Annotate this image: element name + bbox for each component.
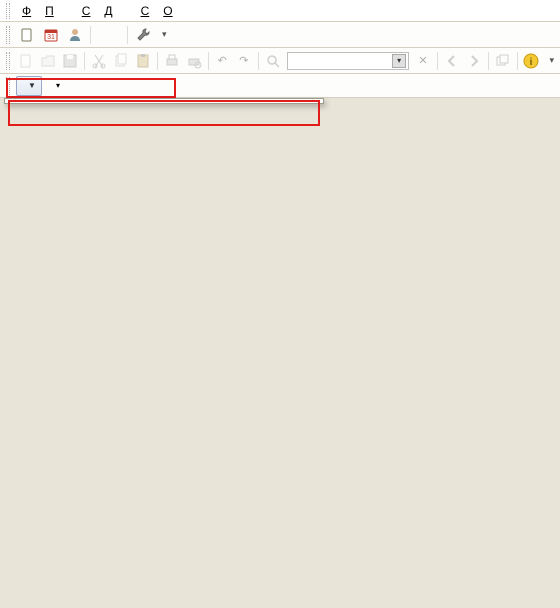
- toolbar-separator: [437, 52, 438, 70]
- user-icon[interactable]: [66, 26, 84, 44]
- menu-documents[interactable]: Д: [98, 2, 118, 20]
- menubar: Ф П С Д С О: [0, 0, 560, 22]
- menu-reports[interactable]: [121, 9, 133, 13]
- interface-dropdown: [4, 98, 324, 104]
- menu-operations[interactable]: [62, 9, 74, 13]
- menu-file[interactable]: Ф: [16, 2, 37, 20]
- grip-icon: [6, 3, 10, 19]
- undo-icon[interactable]: ↶: [214, 52, 230, 70]
- toolbar-separator: [84, 52, 85, 70]
- toolbar-separator: [208, 52, 209, 70]
- menu-help[interactable]: [181, 9, 193, 13]
- clear-search-icon[interactable]: ✕: [415, 52, 431, 70]
- nav-fwd-icon[interactable]: [466, 52, 482, 70]
- chevron-down-icon[interactable]: ▾: [549, 55, 554, 66]
- svg-text:31: 31: [47, 34, 55, 41]
- search-combo[interactable]: ▾: [287, 52, 410, 70]
- print-preview-icon[interactable]: [186, 52, 202, 70]
- grip-icon: [6, 77, 10, 95]
- chevron-down-icon: ▼: [27, 81, 37, 91]
- menu-service[interactable]: С: [135, 2, 156, 20]
- wrench-icon[interactable]: [134, 26, 152, 44]
- svg-text:i: i: [530, 57, 533, 68]
- toolbar-separator: [157, 52, 158, 70]
- windows-icon[interactable]: [495, 52, 511, 70]
- interface-bar: ▼ ▾: [0, 74, 560, 98]
- menu-windows[interactable]: О: [157, 2, 178, 20]
- print-icon[interactable]: [164, 52, 180, 70]
- chevron-down-icon: ▾: [56, 81, 60, 90]
- cut-icon[interactable]: [91, 52, 107, 70]
- toolbar-separator: [258, 52, 259, 70]
- open-icon[interactable]: [40, 52, 56, 70]
- save-icon[interactable]: [62, 52, 78, 70]
- calendar-icon[interactable]: 31: [42, 26, 60, 44]
- menu-edit[interactable]: П: [39, 2, 60, 20]
- toolbar-separator: [90, 26, 91, 44]
- my-tasks-button[interactable]: ▾: [46, 76, 66, 96]
- redo-icon[interactable]: ↷: [236, 52, 252, 70]
- switch-interface-button[interactable]: ▼: [16, 76, 42, 96]
- toolbar-separator: [517, 52, 518, 70]
- toolbar-row-1: 31 ▾: [0, 22, 560, 48]
- toolbar-separator: [127, 26, 128, 44]
- toolbar-separator: [488, 52, 489, 70]
- chevron-down-icon[interactable]: ▾: [392, 54, 406, 68]
- grip-icon: [6, 26, 10, 44]
- grip-icon: [6, 52, 10, 70]
- search-icon[interactable]: [265, 52, 281, 70]
- toolbar-row-2: ↶ ↷ ▾ ✕ i ▾: [0, 48, 560, 74]
- new-doc-icon[interactable]: [18, 26, 36, 44]
- workspace: [0, 98, 560, 608]
- nav-back-icon[interactable]: [444, 52, 460, 70]
- new-icon[interactable]: [18, 52, 34, 70]
- paste-icon[interactable]: [135, 52, 151, 70]
- info-icon[interactable]: i: [523, 52, 539, 70]
- copy-icon[interactable]: [113, 52, 129, 70]
- chevron-down-icon[interactable]: ▾: [162, 29, 167, 40]
- menu-directories[interactable]: С: [76, 2, 97, 20]
